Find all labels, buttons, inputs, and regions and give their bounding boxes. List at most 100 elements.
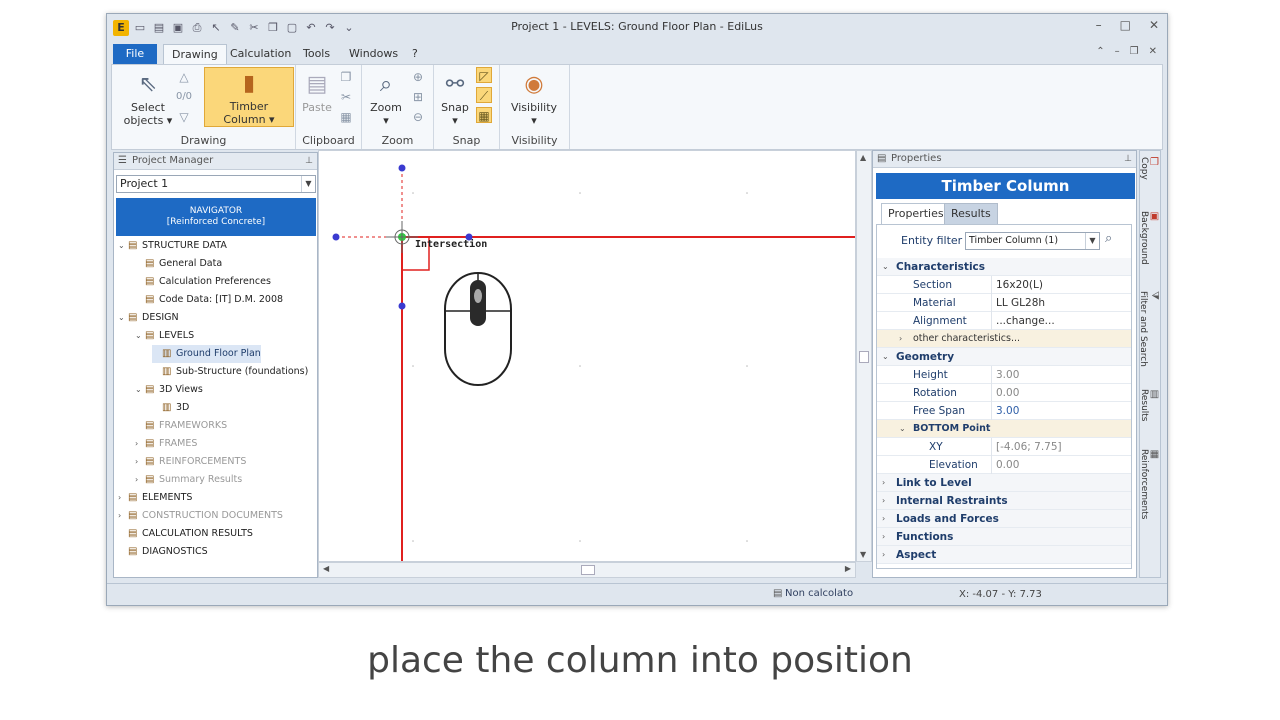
scroll-right-icon[interactable]: ▶ — [845, 564, 851, 573]
chevron-down-icon[interactable]: ▼ — [301, 176, 315, 192]
timber-column-button[interactable]: ▮ Timber Column ▾ — [204, 67, 294, 127]
prop-value[interactable]: 0.00 — [991, 384, 1131, 402]
tab-help[interactable]: ? — [412, 44, 418, 65]
tree-item[interactable]: ⌄ ▤ 3D Views — [135, 381, 203, 399]
section-functions[interactable]: › Functions — [877, 528, 1131, 546]
grip-point-left[interactable] — [332, 233, 340, 241]
tab-properties[interactable]: Properties — [881, 203, 951, 225]
expander-icon[interactable]: ⌄ — [135, 327, 145, 345]
expander-icon[interactable]: ⌄ — [118, 237, 128, 255]
tree-item[interactable]: ⌄ ▤ LEVELS — [135, 327, 194, 345]
prop-value[interactable]: 3.00 — [991, 366, 1131, 384]
cut-small-icon[interactable]: ✂ — [338, 89, 354, 105]
search-icon[interactable]: ⌕ — [1105, 231, 1112, 246]
tree-item[interactable]: › ▤ ELEMENTS — [118, 489, 192, 507]
prop-value[interactable]: 0.00 — [991, 456, 1131, 474]
scroll-down-icon[interactable]: ▼ — [860, 550, 866, 559]
tab-windows[interactable]: Windows — [349, 44, 398, 65]
minimize-button[interactable]: – — [1096, 18, 1102, 32]
expander-icon[interactable]: ⌄ — [135, 381, 145, 399]
section-internal-restraints[interactable]: › Internal Restraints — [877, 492, 1131, 510]
snap-grid-icon[interactable]: ▦ — [476, 107, 492, 123]
tree-item[interactable]: › ▤ REINFORCEMENTS — [135, 453, 246, 471]
chevron-down-icon[interactable]: ▼ — [1085, 233, 1099, 249]
sidebar-item-reinforcements[interactable]: ▦ Reinforcements — [1139, 449, 1160, 519]
tree-item[interactable]: ▤ Calculation Preferences — [135, 273, 271, 291]
snap-line-icon[interactable]: ⟋ — [476, 87, 492, 103]
prop-value[interactable]: 3.00 — [991, 402, 1131, 420]
tree-item[interactable]: ▤ DIAGNOSTICS — [118, 543, 208, 561]
section-geometry[interactable]: ⌄ Geometry — [877, 348, 1131, 366]
canvas-vertical-scrollbar[interactable]: ▲ ▼ — [856, 150, 872, 562]
entity-filter-select[interactable]: Timber Column (1) ▼ — [965, 232, 1100, 250]
project-select[interactable]: Project 1 ▼ — [116, 175, 316, 193]
tree-item[interactable]: ▤ General Data — [135, 255, 222, 273]
visibility-button[interactable]: ◉ Visibility ▾ — [504, 71, 564, 127]
select-objects-button[interactable]: ⇖ Select objects ▾ — [120, 71, 176, 127]
triangle-down-icon[interactable]: ▽ — [176, 109, 192, 125]
grip-point-top[interactable] — [398, 164, 406, 172]
prop-value[interactable]: 16x20(L) — [991, 276, 1131, 294]
section-characteristics[interactable]: ⌄ Characteristics — [877, 258, 1131, 276]
tree-item[interactable]: ⌄ ▤ STRUCTURE DATA — [118, 237, 227, 255]
expander-icon[interactable]: › — [118, 489, 128, 507]
tree-item[interactable]: › ▤ CONSTRUCTION DOCUMENTS — [118, 507, 283, 525]
prop-row-material[interactable]: Material LL GL28h — [877, 294, 1131, 312]
paste-special-icon[interactable]: ▦ — [338, 109, 354, 125]
expander-icon[interactable]: ⌄ — [118, 309, 128, 327]
triangle-up-icon[interactable]: △ — [176, 69, 192, 85]
prop-row-free-span[interactable]: Free Span 3.00 — [877, 402, 1131, 420]
prop-row-elevation[interactable]: Elevation 0.00 — [877, 456, 1131, 474]
prop-value[interactable]: ...change... — [991, 312, 1131, 330]
section-link-to-level[interactable]: › Link to Level — [877, 474, 1131, 492]
prop-row-alignment[interactable]: Alignment ...change... — [877, 312, 1131, 330]
tree-item[interactable]: ⌄ ▤ DESIGN — [118, 309, 179, 327]
sidebar-item-copy[interactable]: ❐ Copy — [1139, 157, 1160, 180]
snap-endpoint-icon[interactable]: ◸ — [476, 67, 492, 83]
scroll-up-icon[interactable]: ▲ — [860, 153, 866, 162]
drawing-canvas[interactable]: Intersection — [318, 150, 856, 562]
tab-calculation[interactable]: Calculation — [230, 44, 291, 65]
prop-value[interactable]: [-4.06; 7.75] — [991, 438, 1131, 456]
tree-item[interactable]: ▤ Code Data: [IT] D.M. 2008 — [135, 291, 283, 309]
snap-button[interactable]: ⚯ Snap ▾ — [438, 71, 472, 127]
prop-row-height[interactable]: Height 3.00 — [877, 366, 1131, 384]
section-aspect[interactable]: › Aspect — [877, 546, 1131, 564]
drawing-svg[interactable]: Intersection — [319, 151, 856, 562]
zoom-out-icon[interactable]: ⊖ — [410, 109, 426, 125]
tree-item[interactable]: ▥ 3D — [152, 399, 189, 417]
prop-row-xy[interactable]: XY [-4.06; 7.75] — [877, 438, 1131, 456]
doc-minimize-button[interactable]: – — [1115, 46, 1120, 57]
tab-results[interactable]: Results — [944, 203, 998, 225]
expander-icon[interactable]: › — [135, 435, 145, 453]
scroll-thumb[interactable] — [859, 351, 869, 363]
maximize-button[interactable]: □ — [1120, 18, 1131, 32]
sidebar-item-filter-search[interactable]: ⧩ Filter and Search — [1138, 291, 1160, 367]
tree-item[interactable]: › ▤ Summary Results — [135, 471, 242, 489]
prop-row-rotation[interactable]: Rotation 0.00 — [877, 384, 1131, 402]
prop-value[interactable]: LL GL28h — [991, 294, 1131, 312]
doc-close-button[interactable]: ✕ — [1149, 46, 1157, 57]
tree-item[interactable]: ▤ FRAMEWORKS — [135, 417, 227, 435]
expander-icon[interactable]: › — [135, 471, 145, 489]
sidebar-item-results[interactable]: ▥ Results — [1139, 389, 1160, 422]
tab-drawing[interactable]: Drawing — [163, 44, 227, 65]
prop-row-section[interactable]: Section 16x20(L) — [877, 276, 1131, 294]
bottom-point-row[interactable]: ⌄ BOTTOM Point — [877, 420, 1131, 438]
zoom-window-icon[interactable]: ⊞ — [410, 89, 426, 105]
pin-icon[interactable]: ⊥ — [1124, 151, 1132, 167]
scroll-left-icon[interactable]: ◀ — [323, 564, 329, 573]
expander-icon[interactable]: › — [135, 453, 145, 471]
grip-point-bottom[interactable] — [398, 302, 406, 310]
close-button[interactable]: ✕ — [1149, 18, 1159, 32]
zoom-in-icon[interactable]: ⊕ — [410, 69, 426, 85]
copy-small-icon[interactable]: ❐ — [338, 69, 354, 85]
zoom-button[interactable]: ⌕ Zoom ▾ — [366, 71, 406, 127]
pin-icon[interactable]: ⊥ — [305, 153, 313, 169]
other-characteristics-row[interactable]: › other characteristics... — [877, 330, 1131, 348]
hscroll-thumb[interactable] — [581, 565, 595, 575]
sidebar-item-background[interactable]: ▣ Background — [1139, 211, 1160, 265]
doc-restore-button[interactable]: ❐ — [1130, 46, 1139, 57]
section-loads-forces[interactable]: › Loads and Forces — [877, 510, 1131, 528]
tree-item[interactable]: › ▤ FRAMES — [135, 435, 197, 453]
